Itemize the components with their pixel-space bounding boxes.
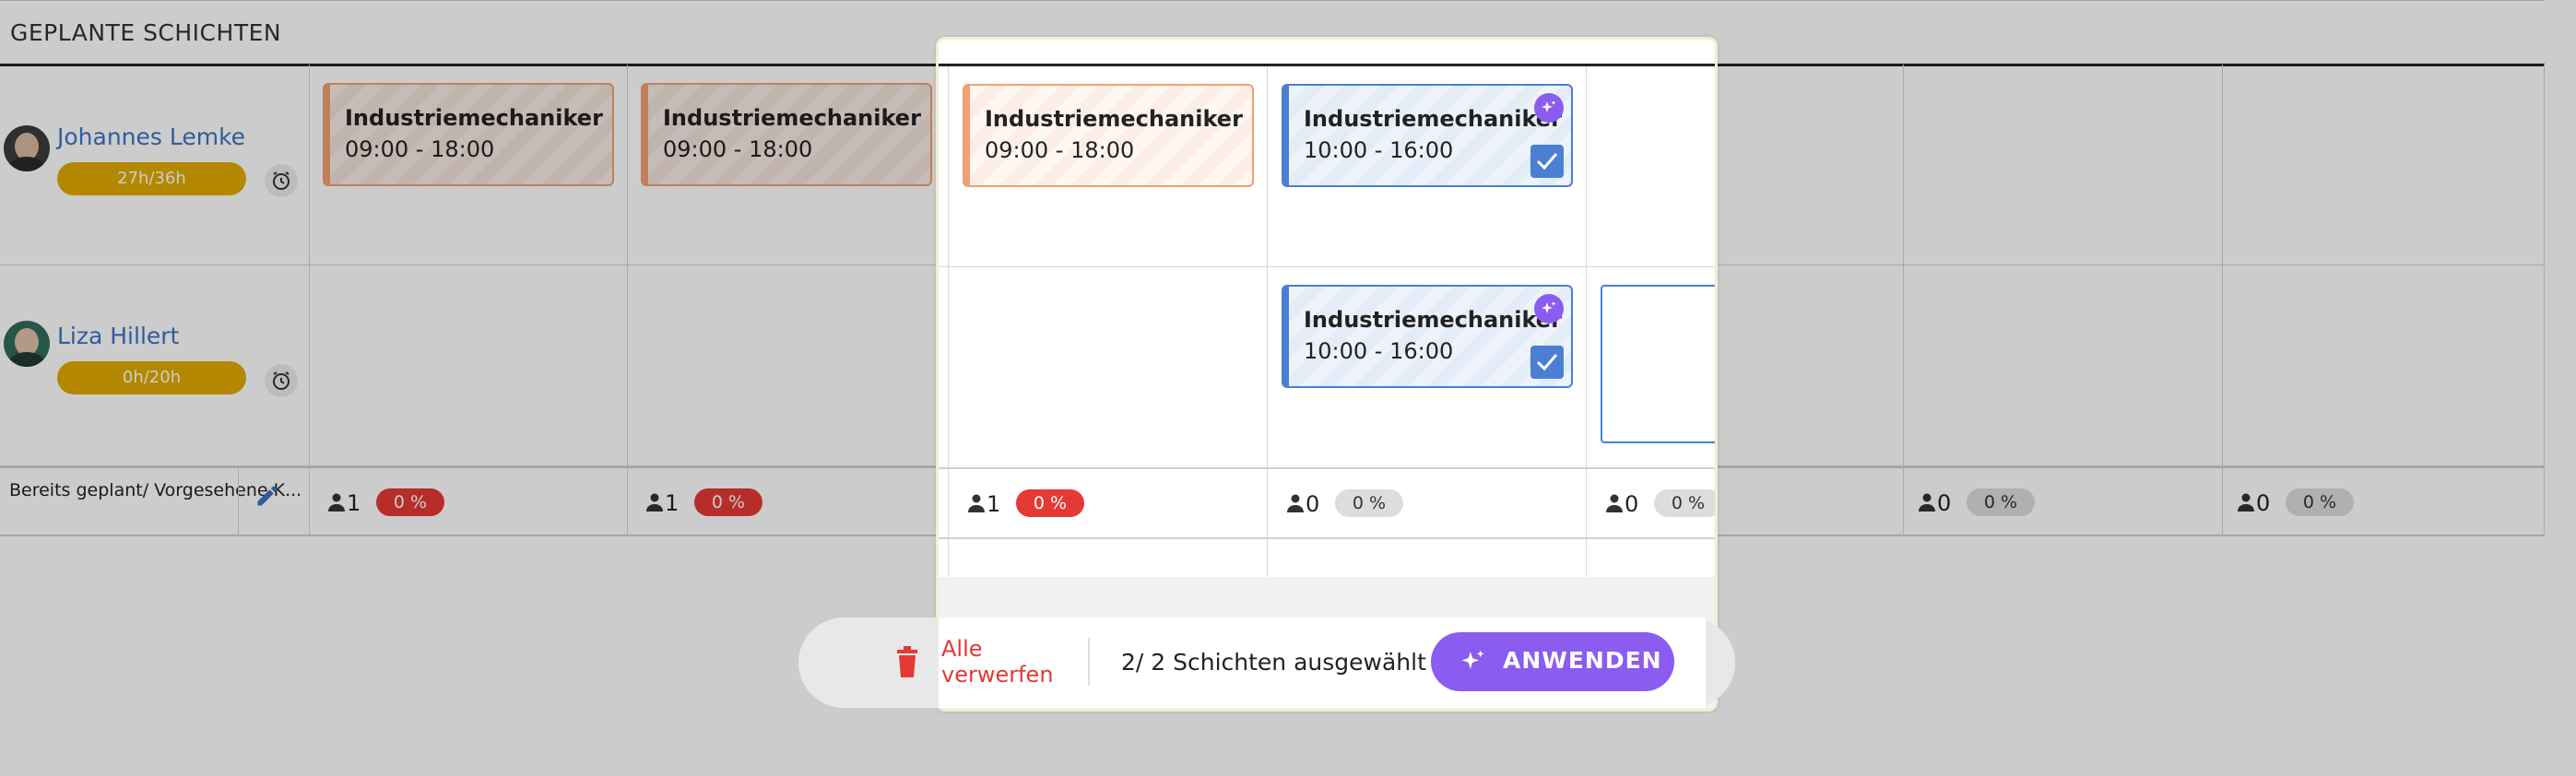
shift-title: Industriemechaniker: [985, 106, 1243, 132]
stat-percent: 0 %: [1016, 489, 1084, 517]
shift-time: 10:00 - 16:00: [1304, 338, 1454, 364]
checkbox-checked-icon[interactable]: [1530, 145, 1564, 178]
person-icon: [1287, 494, 1304, 512]
sparkle-icon: [1461, 650, 1484, 669]
checkbox-checked-icon[interactable]: [1530, 346, 1564, 379]
shift-time: 09:00 - 18:00: [985, 137, 1135, 163]
sparkle-icon: [1534, 93, 1564, 123]
apply-button[interactable]: ANWENDEN: [1431, 632, 1674, 691]
trash-icon[interactable]: [895, 646, 919, 677]
shift-title: Industriemechaniker: [1304, 106, 1562, 132]
person-icon: [1606, 494, 1623, 512]
row-divider: [939, 266, 1715, 267]
shift-time: 10:00 - 16:00: [1304, 137, 1454, 163]
discard-all-button[interactable]: Alle verwerfen: [941, 636, 1061, 688]
stat-count: 0: [1306, 491, 1320, 517]
column-divider: [1267, 66, 1268, 577]
stat-count: 0: [1625, 491, 1639, 517]
stat-count: 1: [987, 491, 1001, 517]
header-divider: [939, 64, 1715, 66]
stat-percent: 0 %: [1654, 489, 1715, 517]
shift-card[interactable]: Industriemechaniker 09:00 - 18:00: [963, 84, 1254, 187]
row-divider: [939, 467, 1715, 469]
row-divider: [939, 537, 1715, 539]
bulk-action-bar: Alle verwerfen 2/ 2 Schichten ausgewählt…: [798, 617, 1735, 708]
ai-shift-card[interactable]: Industriemechaniker 10:00 - 16:00: [1282, 84, 1573, 187]
sparkle-icon: [1534, 294, 1564, 323]
stat-percent: 0 %: [1335, 489, 1403, 517]
ai-suggestion-spotlight: Industriemechaniker 09:00 - 18:00 Indust…: [936, 37, 1718, 711]
add-shift-cell[interactable]: +: [1601, 285, 1715, 443]
person-icon: [968, 494, 985, 512]
ai-shift-card[interactable]: Industriemechaniker 10:00 - 16:00: [1282, 285, 1573, 388]
column-divider: [1586, 66, 1587, 577]
selection-count: 2/ 2 Schichten ausgewählt: [1121, 649, 1426, 676]
shift-title: Industriemechaniker: [1304, 307, 1562, 333]
column-divider: [948, 66, 949, 577]
apply-label: ANWENDEN: [1503, 647, 1662, 674]
divider: [1088, 638, 1090, 686]
